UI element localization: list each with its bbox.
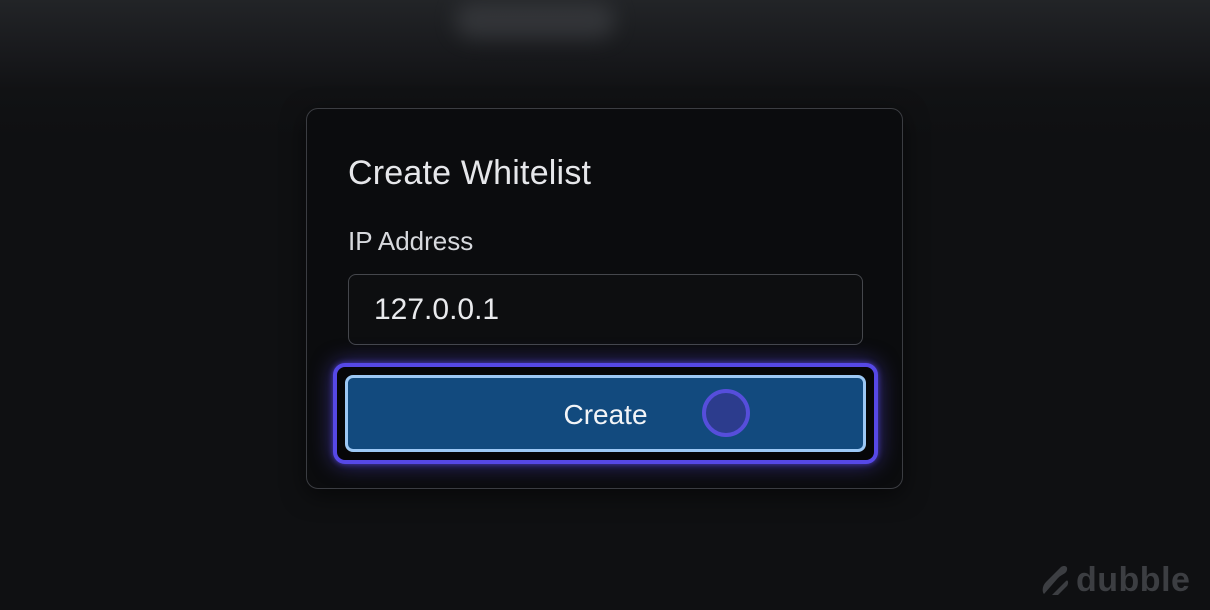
dialog-title: Create Whitelist bbox=[348, 154, 592, 192]
create-whitelist-dialog: Create Whitelist IP Address Create bbox=[306, 108, 903, 489]
ip-address-label: IP Address bbox=[348, 226, 474, 256]
create-button-label: Create bbox=[563, 399, 648, 430]
screen: Create Whitelist IP Address Create dubbl… bbox=[0, 0, 1210, 610]
create-button[interactable]: Create bbox=[345, 375, 866, 452]
click-indicator-icon bbox=[702, 389, 750, 437]
dubble-logo-icon bbox=[1042, 566, 1069, 595]
watermark-text: dubble bbox=[1076, 561, 1191, 599]
ip-address-input[interactable] bbox=[348, 274, 863, 345]
dubble-watermark: dubble bbox=[1040, 560, 1190, 600]
blurred-header-element bbox=[455, 2, 615, 38]
